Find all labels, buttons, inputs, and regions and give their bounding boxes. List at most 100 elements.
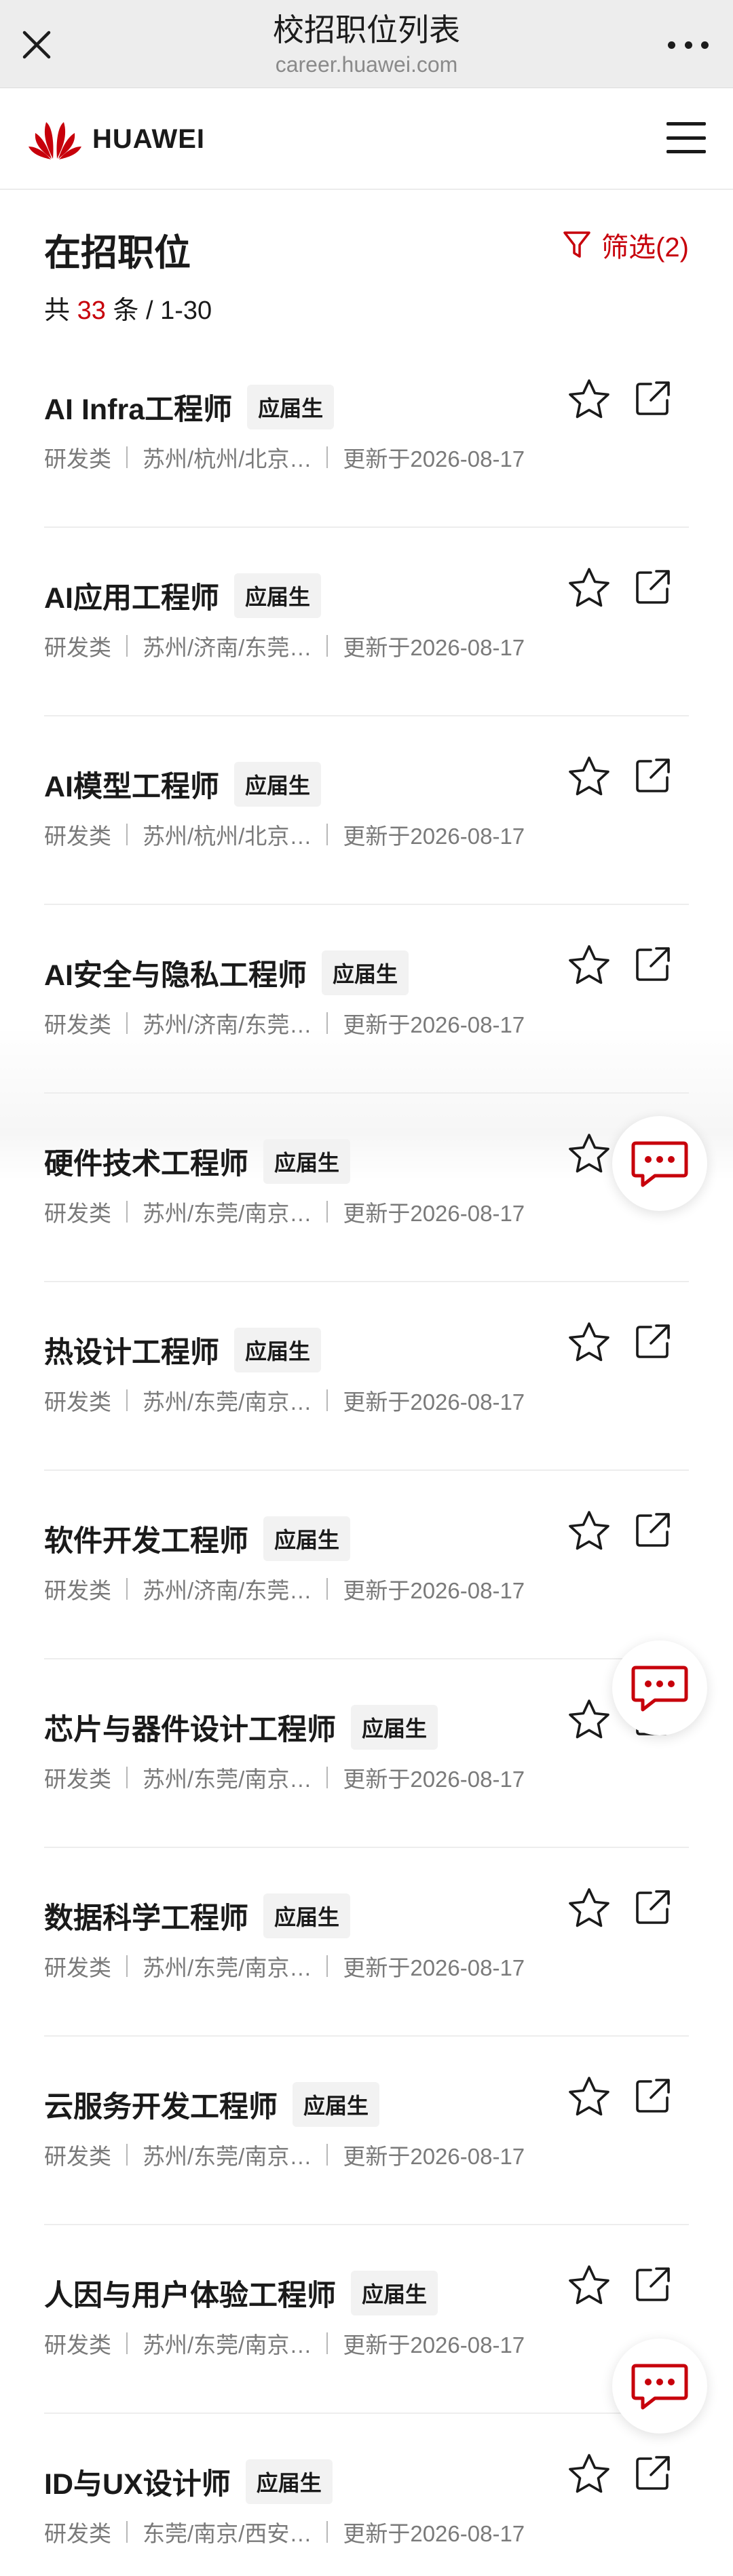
close-icon[interactable] bbox=[19, 27, 54, 62]
count-number: 33 bbox=[77, 296, 106, 325]
job-title-line: AI模型工程师 应届生 bbox=[44, 762, 322, 807]
star-outline-icon[interactable] bbox=[567, 377, 612, 422]
job-title-line: AI安全与隐私工程师 应届生 bbox=[44, 950, 409, 995]
more-horizontal-icon[interactable] bbox=[668, 35, 709, 54]
meta-divider bbox=[326, 1767, 328, 1788]
star-outline-icon[interactable] bbox=[567, 1132, 612, 1176]
job-title[interactable]: 数据科学工程师 bbox=[44, 1895, 248, 1937]
job-title[interactable]: 软件开发工程师 bbox=[44, 1518, 248, 1560]
job-category: 研发类 bbox=[44, 1201, 111, 1226]
job-meta: 研发类 苏州/东莞/南京… 更新于2026-08-17 bbox=[44, 1950, 525, 1982]
share-external-icon[interactable] bbox=[633, 2265, 673, 2304]
browser-titles: 校招职位列表 career.huawei.com bbox=[122, 9, 611, 79]
star-outline-icon[interactable] bbox=[567, 1320, 612, 1365]
job-meta: 研发类 苏州/东莞/南京… 更新于2026-08-17 bbox=[44, 1384, 525, 1417]
huawei-logo[interactable]: HUAWEI bbox=[27, 118, 205, 160]
meta-divider bbox=[326, 2521, 328, 2543]
job-updated: 更新于2026-08-17 bbox=[343, 2332, 525, 2358]
job-category: 研发类 bbox=[44, 1389, 111, 1415]
job-list-item[interactable]: 硬件技术工程师 应届生 研发类 苏州/东莞/南京… 更新于2026-08-17 bbox=[44, 1094, 689, 1282]
job-title-line: 云服务开发工程师 应届生 bbox=[44, 2082, 380, 2127]
job-meta: 研发类 苏州/杭州/北京… 更新于2026-08-17 bbox=[44, 818, 525, 851]
filter-button[interactable]: 筛选(2) bbox=[562, 225, 689, 265]
count-suffix: 条 / 1-30 bbox=[105, 296, 212, 325]
job-title[interactable]: AI Infra工程师 bbox=[44, 386, 232, 428]
share-external-icon[interactable] bbox=[633, 1322, 673, 1361]
result-count: 共 33 条 / 1-30 bbox=[44, 289, 212, 326]
job-list-item[interactable]: AI安全与隐私工程师 应届生 研发类 苏州/济南/东莞… 更新于2026-08-… bbox=[44, 905, 689, 1094]
share-external-icon[interactable] bbox=[633, 567, 673, 607]
job-meta: 研发类 苏州/济南/东莞… 更新于2026-08-17 bbox=[44, 630, 525, 662]
job-list-item[interactable]: 软件开发工程师 应届生 研发类 苏州/济南/东莞… 更新于2026-08-17 bbox=[44, 1471, 689, 1659]
job-locations: 苏州/济南/东莞… bbox=[143, 1578, 312, 1603]
meta-divider bbox=[126, 1767, 128, 1788]
share-external-icon[interactable] bbox=[633, 1887, 673, 1927]
filter-label: 筛选(2) bbox=[601, 233, 689, 263]
star-outline-icon[interactable] bbox=[567, 1697, 612, 1742]
job-list-item[interactable]: AI Infra工程师 应届生 研发类 苏州/杭州/北京… 更新于2026-08… bbox=[44, 339, 689, 528]
job-tag: 应届生 bbox=[263, 1893, 351, 1938]
star-outline-icon[interactable] bbox=[567, 1886, 612, 1931]
share-external-icon[interactable] bbox=[633, 1510, 673, 1550]
job-meta: 研发类 苏州/杭州/北京… 更新于2026-08-17 bbox=[44, 441, 525, 474]
job-updated: 更新于2026-08-17 bbox=[343, 446, 525, 472]
meta-divider bbox=[326, 1955, 328, 1977]
job-title[interactable]: AI安全与隐私工程师 bbox=[44, 952, 307, 994]
job-title[interactable]: ID与UX设计师 bbox=[44, 2461, 231, 2503]
star-outline-icon[interactable] bbox=[567, 2263, 612, 2308]
job-list-item[interactable]: AI应用工程师 应届生 研发类 苏州/济南/东莞… 更新于2026-08-17 bbox=[44, 528, 689, 716]
job-updated: 更新于2026-08-17 bbox=[343, 2521, 525, 2546]
meta-divider bbox=[326, 1012, 328, 1034]
meta-divider bbox=[126, 2332, 128, 2354]
job-title-line: 人因与用户体验工程师 应届生 bbox=[44, 2271, 438, 2315]
job-list-item[interactable]: 数据科学工程师 应届生 研发类 苏州/东莞/南京… 更新于2026-08-17 bbox=[44, 1848, 689, 2037]
share-external-icon[interactable] bbox=[633, 944, 673, 984]
job-meta: 研发类 苏州/东莞/南京… 更新于2026-08-17 bbox=[44, 1195, 525, 1228]
star-outline-icon[interactable] bbox=[567, 754, 612, 799]
count-prefix: 共 bbox=[44, 296, 77, 325]
job-list-item[interactable]: 云服务开发工程师 应届生 研发类 苏州/东莞/南京… 更新于2026-08-17 bbox=[44, 2037, 689, 2225]
job-locations: 苏州/杭州/北京… bbox=[143, 824, 312, 849]
job-category: 研发类 bbox=[44, 1012, 111, 1037]
job-title[interactable]: 热设计工程师 bbox=[44, 1329, 219, 1371]
job-title[interactable]: 云服务开发工程师 bbox=[44, 2083, 278, 2126]
star-outline-icon[interactable] bbox=[567, 1509, 612, 1554]
job-title[interactable]: 人因与用户体验工程师 bbox=[44, 2272, 336, 2314]
list-header: 在招职位 筛选(2) 共 33 条 / 1-30 bbox=[0, 190, 733, 339]
job-updated: 更新于2026-08-17 bbox=[343, 1578, 525, 1603]
job-title[interactable]: AI应用工程师 bbox=[44, 575, 219, 617]
job-tag: 应届生 bbox=[234, 1328, 322, 1372]
star-outline-icon[interactable] bbox=[567, 2075, 612, 2119]
job-list-item[interactable]: ID与UX设计师 应届生 研发类 东莞/南京/西安… 更新于2026-08-17 bbox=[44, 2414, 689, 2576]
meta-divider bbox=[126, 635, 128, 657]
star-outline-icon[interactable] bbox=[567, 943, 612, 988]
job-locations: 苏州/东莞/南京… bbox=[143, 1767, 312, 1792]
job-updated: 更新于2026-08-17 bbox=[343, 2144, 525, 2169]
chat-float-button[interactable] bbox=[612, 1640, 707, 1735]
share-external-icon[interactable] bbox=[633, 379, 673, 418]
hamburger-menu-icon[interactable] bbox=[666, 122, 706, 153]
job-title[interactable]: AI模型工程师 bbox=[44, 763, 219, 805]
job-title[interactable]: 硬件技术工程师 bbox=[44, 1140, 248, 1183]
chat-float-button[interactable] bbox=[612, 1116, 707, 1211]
job-list-item[interactable]: 热设计工程师 应届生 研发类 苏州/东莞/南京… 更新于2026-08-17 bbox=[44, 1282, 689, 1471]
star-outline-icon[interactable] bbox=[567, 566, 612, 611]
job-title[interactable]: 芯片与器件设计工程师 bbox=[44, 1706, 336, 1748]
meta-divider bbox=[326, 446, 328, 468]
share-external-icon[interactable] bbox=[633, 756, 673, 795]
job-list: AI Infra工程师 应届生 研发类 苏州/杭州/北京… 更新于2026-08… bbox=[0, 339, 733, 2576]
meta-divider bbox=[326, 1578, 328, 1600]
meta-divider bbox=[126, 824, 128, 845]
job-meta: 研发类 苏州/济南/东莞… 更新于2026-08-17 bbox=[44, 1007, 525, 1039]
share-external-icon[interactable] bbox=[633, 2453, 673, 2493]
filter-funnel-icon bbox=[563, 231, 590, 258]
job-list-item[interactable]: 人因与用户体验工程师 应届生 研发类 苏州/东莞/南京… 更新于2026-08-… bbox=[44, 2225, 689, 2414]
page-title: 在招职位 bbox=[44, 233, 191, 273]
job-locations: 苏州/东莞/南京… bbox=[143, 1389, 312, 1415]
job-list-item[interactable]: AI模型工程师 应届生 研发类 苏州/杭州/北京… 更新于2026-08-17 bbox=[44, 716, 689, 905]
share-external-icon[interactable] bbox=[633, 2076, 673, 2115]
job-list-item[interactable]: 芯片与器件设计工程师 应届生 研发类 苏州/东莞/南京… 更新于2026-08-… bbox=[44, 1659, 689, 1848]
job-meta: 研发类 苏州/济南/东莞… 更新于2026-08-17 bbox=[44, 1573, 525, 1605]
chat-float-button[interactable] bbox=[612, 2339, 707, 2434]
star-outline-icon[interactable] bbox=[567, 2452, 612, 2497]
